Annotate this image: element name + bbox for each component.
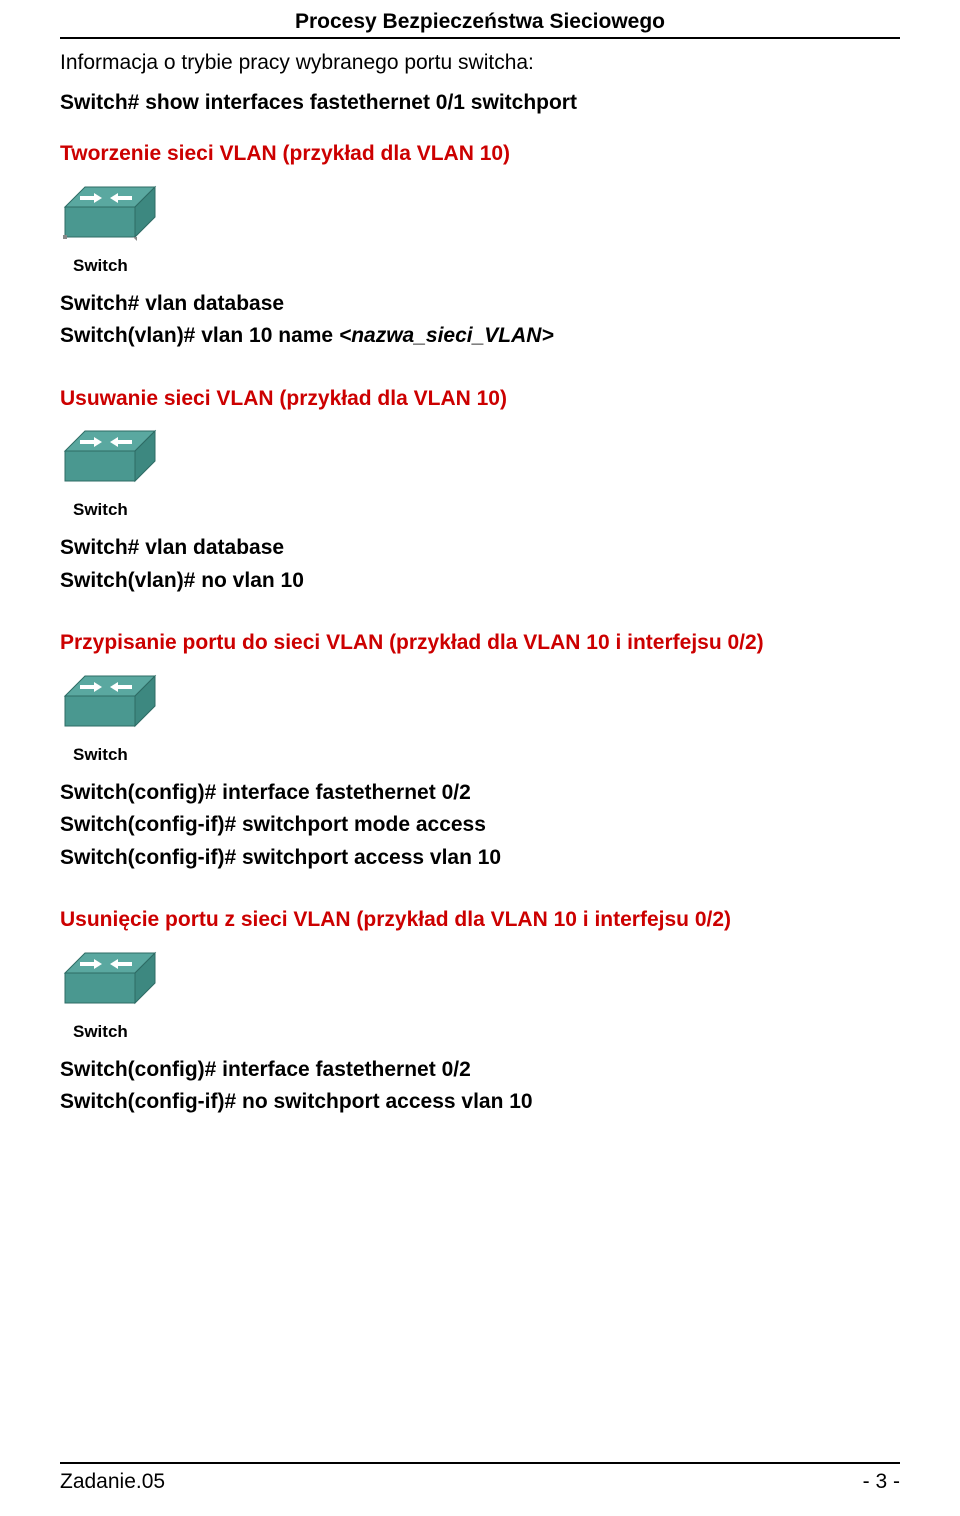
switch-icon-label: Switch: [73, 256, 900, 276]
section2-cmd2: Switch(vlan)# no vlan 10: [60, 565, 900, 598]
section3-cmd2: Switch(config-if)# switchport mode acces…: [60, 809, 900, 842]
section2-cmd1: Switch# vlan database: [60, 532, 900, 565]
section1-cmd1: Switch# vlan database: [60, 288, 900, 321]
section4-cmd2: Switch(config-if)# no switchport access …: [60, 1086, 900, 1119]
switch-icon-label: Switch: [73, 500, 900, 520]
page-header-title: Procesy Bezpieczeństwa Sieciowego: [60, 0, 900, 37]
switch-icon: Switch: [60, 182, 900, 276]
section3-title: Przypisanie portu do sieci VLAN (przykła…: [60, 627, 900, 659]
section1-cmd2-prefix: Switch(vlan)# vlan 10 name: [60, 324, 339, 347]
switch-icon: Switch: [60, 426, 900, 520]
section4-cmd1: Switch(config)# interface fastethernet 0…: [60, 1054, 900, 1087]
section3-cmd1: Switch(config)# interface fastethernet 0…: [60, 777, 900, 810]
intro-command: Switch# show interfaces fastethernet 0/1…: [60, 87, 900, 119]
section1-cmd2-param: <nazwa_sieci_VLAN>: [339, 324, 554, 347]
switch-icon-label: Switch: [73, 745, 900, 765]
section1-title: Tworzenie sieci VLAN (przykład dla VLAN …: [60, 138, 900, 170]
switch-icon: Switch: [60, 671, 900, 765]
footer-divider: [60, 1462, 900, 1464]
footer-left: Zadanie.05: [60, 1470, 165, 1494]
section4-title: Usunięcie portu z sieci VLAN (przykład d…: [60, 904, 900, 936]
section1-cmd2: Switch(vlan)# vlan 10 name <nazwa_sieci_…: [60, 320, 900, 353]
footer-page-number: - 3 -: [863, 1470, 900, 1494]
section2-title: Usuwanie sieci VLAN (przykład dla VLAN 1…: [60, 383, 900, 415]
page-footer: Zadanie.05 - 3 -: [60, 1462, 900, 1494]
header-divider: [60, 37, 900, 39]
intro-text: Informacja o trybie pracy wybranego port…: [60, 47, 900, 79]
section3-cmd3: Switch(config-if)# switchport access vla…: [60, 842, 900, 875]
switch-icon-label: Switch: [73, 1022, 900, 1042]
switch-icon: Switch: [60, 948, 900, 1042]
